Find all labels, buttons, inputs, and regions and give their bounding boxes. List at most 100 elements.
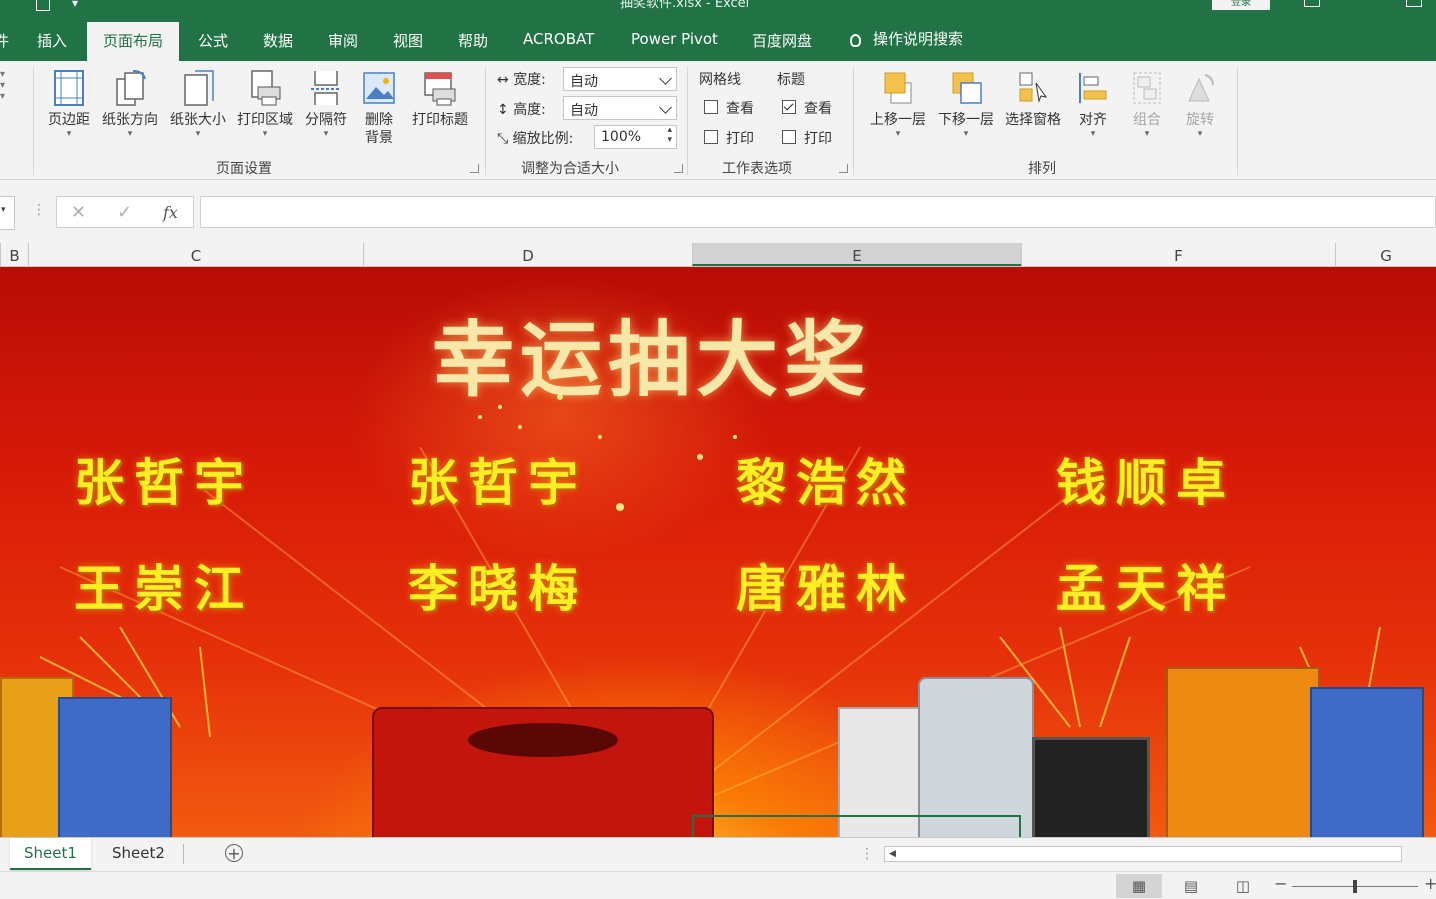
name-r2-c3: 唐雅林 xyxy=(736,559,916,618)
tab-baidu-netdisk[interactable]: 百度网盘 xyxy=(752,30,812,51)
enter-icon[interactable]: ✓ xyxy=(117,202,132,223)
name-r2-c1: 王崇江 xyxy=(74,559,254,618)
headings-view-checkbox[interactable] xyxy=(782,100,796,114)
group-separator xyxy=(1237,67,1238,175)
tell-me-search[interactable]: 操作说明搜索 xyxy=(850,28,963,49)
page-setup-launcher-icon[interactable] xyxy=(470,164,479,173)
width-select[interactable]: 自动 xyxy=(563,67,677,91)
rotate-icon xyxy=(1183,69,1217,107)
group-separator xyxy=(485,67,486,175)
column-header-g[interactable]: G xyxy=(1335,243,1436,266)
height-select[interactable]: 自动 xyxy=(563,96,677,120)
column-header-c[interactable]: C xyxy=(28,243,363,266)
paper-size-label: 纸张大小 xyxy=(170,112,226,128)
tab-data[interactable]: 数据 xyxy=(263,30,293,51)
lottery-box xyxy=(372,707,714,837)
split-handle-icon[interactable]: ⋮ xyxy=(860,846,874,862)
rotate-button[interactable]: 旋转 ▾ xyxy=(1176,69,1224,139)
column-header-e[interactable]: E xyxy=(692,243,1021,266)
customize-qat-icon[interactable]: ▾ xyxy=(72,0,78,10)
breaks-button[interactable]: 分隔符 ▾ xyxy=(300,69,352,139)
lottery-banner-image[interactable]: 幸运抽大奖 张哲宇 张哲宇 黎浩然 钱顺卓 王崇江 李晓梅 唐雅林 孟天祥 xyxy=(0,267,1436,837)
background-icon xyxy=(362,69,396,107)
column-header-b[interactable]: B xyxy=(0,243,28,266)
headings-print-checkbox[interactable] xyxy=(782,130,796,144)
zoom-slider-thumb[interactable] xyxy=(1353,880,1357,893)
scroll-left-icon[interactable]: ◀ xyxy=(889,849,896,859)
height-value: 自动 xyxy=(570,103,598,119)
chevron-down-icon: ▾ xyxy=(1090,129,1096,139)
tab-view[interactable]: 视图 xyxy=(393,30,423,51)
restore-window-icon[interactable] xyxy=(1406,0,1422,7)
tab-file-partial[interactable]: 件 xyxy=(0,30,9,51)
paper-size-button[interactable]: 纸张大小 ▾ xyxy=(166,69,230,139)
bring-forward-icon xyxy=(881,69,915,107)
gridlines-view-label: 查看 xyxy=(726,101,754,117)
tab-power-pivot[interactable]: Power Pivot xyxy=(631,30,718,48)
align-button[interactable]: 对齐 ▾ xyxy=(1068,69,1118,139)
zoom-out-icon[interactable]: − xyxy=(1274,874,1287,893)
delete-background-label-2: 背景 xyxy=(365,130,393,146)
ribbon-display-icon[interactable] xyxy=(1304,0,1320,7)
selection-pane-button[interactable]: 选择窗格 xyxy=(1000,69,1066,129)
name-box[interactable]: ▾ xyxy=(0,196,15,230)
page-setup-group-label: 页面设置 xyxy=(216,161,272,177)
column-header-d[interactable]: D xyxy=(363,243,692,266)
themes-group-partial[interactable]: ▾ ▾ ▾ xyxy=(0,69,5,102)
save-icon[interactable] xyxy=(36,0,50,11)
name-r1-c2: 张哲宇 xyxy=(408,453,588,512)
add-sheet-icon[interactable]: + xyxy=(225,844,243,863)
name-r1-c1: 张哲宇 xyxy=(74,453,254,512)
name-r2-c4: 孟天祥 xyxy=(1056,559,1236,618)
resize-handle-icon[interactable]: ⋮ xyxy=(32,202,46,218)
print-area-button[interactable]: 打印区域 ▾ xyxy=(233,69,297,139)
scale-launcher-icon[interactable] xyxy=(674,164,683,173)
align-label: 对齐 xyxy=(1079,112,1107,128)
sheet-options-group-label: 工作表选项 xyxy=(722,161,792,177)
page-layout-view-icon[interactable]: ▤ xyxy=(1168,874,1214,898)
login-button[interactable]: 登录 xyxy=(1212,0,1270,10)
send-backward-label: 下移一层 xyxy=(938,112,994,128)
normal-view-icon[interactable]: ▦ xyxy=(1116,874,1162,898)
breaks-icon xyxy=(309,69,343,107)
formula-bar: ▾ ⋮ ✕ ✓ fx xyxy=(0,180,1436,242)
insert-function-icon[interactable]: fx xyxy=(163,203,178,222)
height-label-text: 高度: xyxy=(513,102,546,118)
chevron-down-icon: ▾ xyxy=(895,129,901,139)
sheet-options-launcher-icon[interactable] xyxy=(839,164,848,173)
column-header-f[interactable]: F xyxy=(1021,243,1335,266)
tab-page-layout[interactable]: 页面布局 xyxy=(87,22,180,61)
formula-buttons: ✕ ✓ fx xyxy=(56,196,194,228)
selected-cell-outline[interactable] xyxy=(692,815,1021,837)
horizontal-scrollbar[interactable]: ◀ xyxy=(884,846,1402,862)
cancel-icon[interactable]: ✕ xyxy=(71,202,86,223)
formula-input[interactable] xyxy=(200,196,1436,228)
sheet-tab-sheet1[interactable]: Sheet1 xyxy=(10,838,91,870)
tab-insert[interactable]: 插入 xyxy=(37,30,67,51)
sheet-tab-sheet2[interactable]: Sheet2 xyxy=(98,838,179,868)
gift-box-blue-right xyxy=(1310,687,1424,837)
tab-help[interactable]: 帮助 xyxy=(458,30,488,51)
print-titles-button[interactable]: 打印标题 xyxy=(406,69,474,129)
spinner-arrows-icon[interactable]: ▴ ▾ xyxy=(667,125,672,145)
page-break-view-icon[interactable]: ◫ xyxy=(1220,874,1266,898)
margins-button[interactable]: 页边距 ▾ xyxy=(44,69,94,139)
group-button[interactable]: 组合 ▾ xyxy=(1122,69,1172,139)
gridlines-print-checkbox[interactable] xyxy=(704,130,718,144)
scale-label: ⤡ 缩放比例: xyxy=(497,131,574,147)
tab-acrobat[interactable]: ACROBAT xyxy=(523,30,594,48)
send-backward-button[interactable]: 下移一层 ▾ xyxy=(932,69,1000,139)
scale-spinner[interactable]: 100% ▴ ▾ xyxy=(594,125,677,149)
bring-forward-button[interactable]: 上移一层 ▾ xyxy=(864,69,932,139)
chevron-down-icon: ▾ xyxy=(1144,129,1150,139)
zoom-in-icon[interactable]: + xyxy=(1424,874,1436,893)
gridlines-view-checkbox[interactable] xyxy=(704,100,718,114)
tab-formulas[interactable]: 公式 xyxy=(198,30,228,51)
delete-background-button[interactable]: 删除 背景 xyxy=(356,69,402,147)
width-label-text: 宽度: xyxy=(513,72,546,88)
tab-review[interactable]: 审阅 xyxy=(328,30,358,51)
group-icon xyxy=(1130,69,1164,107)
print-area-label: 打印区域 xyxy=(237,112,293,128)
chevron-down-icon: ▾ xyxy=(127,129,133,139)
orientation-button[interactable]: 纸张方向 ▾ xyxy=(98,69,162,139)
